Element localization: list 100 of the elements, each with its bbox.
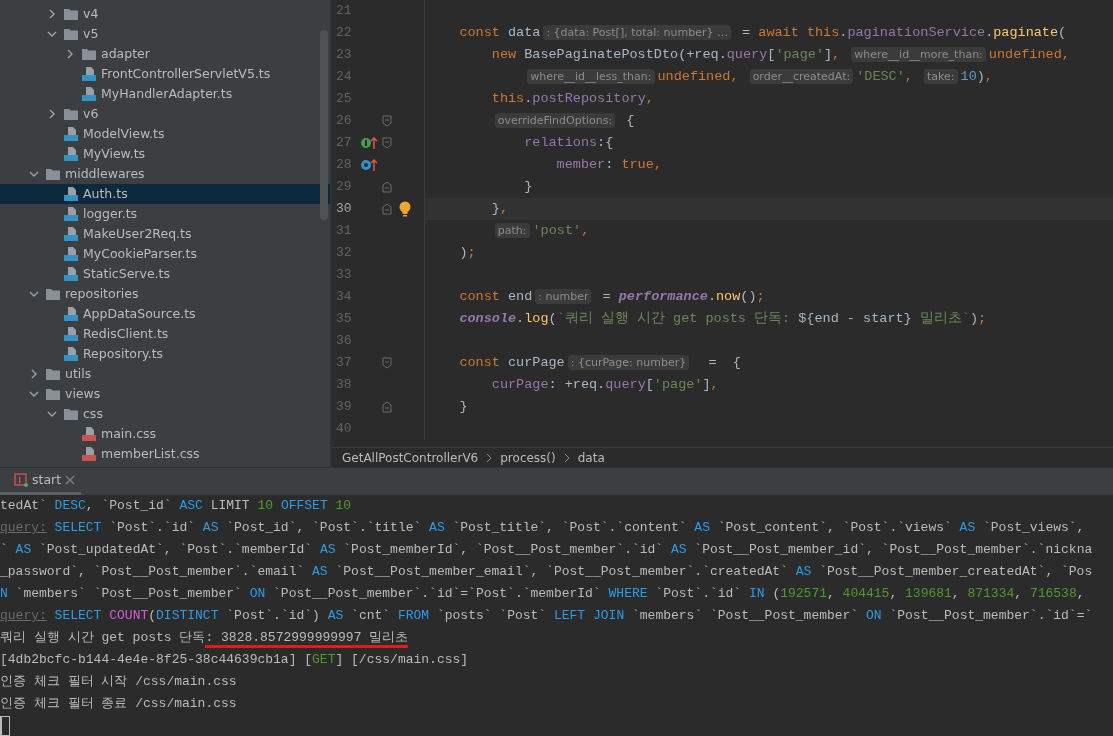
typescript-file-icon	[63, 126, 79, 142]
typescript-file-icon	[63, 346, 79, 362]
fold-icon[interactable]	[382, 137, 392, 149]
code-line: const end : number = performance.now();	[459, 287, 765, 306]
tree-item[interactable]: css	[0, 404, 330, 424]
folder-icon	[45, 386, 61, 402]
folder-icon	[45, 366, 61, 382]
tree-item[interactable]: FrontControllerServletV5.ts	[0, 64, 330, 84]
code-line: const curPage : {curPage: number} = {	[459, 353, 741, 372]
breadcrumb-item[interactable]: data	[577, 448, 605, 467]
typescript-file-icon	[63, 206, 79, 222]
tree-item[interactable]: utils	[0, 364, 330, 384]
console-line: 인증 체크 필터 시작 /css/main.css	[0, 673, 238, 691]
console-line: N `members` `Post__Post_member` ON `Post__Post_member`.`id`=`Post`.`memberId` WHERE `Post`.`id` IN (192571, 404415, 139681, 871334, 716538,	[0, 585, 1086, 603]
line-number: 38	[335, 376, 353, 395]
folder-icon	[63, 106, 79, 122]
tree-item[interactable]: v4	[0, 4, 330, 24]
typescript-file-icon	[63, 146, 79, 162]
line-number: 27	[335, 134, 353, 153]
line-number: 30	[335, 200, 353, 219]
fold-icon[interactable]	[382, 401, 392, 413]
chevron-icon	[47, 109, 57, 119]
line-number: 26	[335, 112, 353, 131]
folder-icon	[63, 6, 79, 22]
fold-icon[interactable]	[382, 203, 392, 215]
line-number: 34	[335, 288, 353, 307]
typescript-file-icon	[63, 226, 79, 242]
tree-item[interactable]: RedisClient.ts	[0, 324, 330, 344]
tree-item[interactable]: Repository.ts	[0, 344, 330, 364]
code-line: relations:{	[524, 133, 614, 152]
tree-item[interactable]: middlewares	[0, 164, 330, 184]
console-line: _password`, `Post__Post_member`.`email` AS `Post__Post_member_email`, `Post__Post_member`.`createdAt` AS `Post__Post_member_createdAt`, `Pos	[0, 563, 1094, 581]
tree-item[interactable]: v6	[0, 104, 330, 124]
console-line: [4db2bcfc-b144-4e4e-8f25-38c44639cb1a] [GET] [/css/main.css]	[0, 651, 470, 669]
tree-item[interactable]: logger.ts	[0, 204, 330, 224]
tree-item[interactable]: repositories	[0, 284, 330, 304]
tree-item[interactable]: StaticServe.ts	[0, 264, 330, 284]
line-number: 25	[335, 90, 353, 109]
chevron-icon	[29, 169, 39, 179]
code-line: member: true,	[556, 155, 662, 174]
run-tab[interactable]: start	[0, 468, 82, 495]
console-line: query: SELECT COUNT(DISTINCT `Post`.`id`) AS `cnt` FROM `posts` `Post` LEFT JOIN `members` `Post__Post_member` ON `Post__Post_member`.`id`=`	[0, 607, 1094, 625]
run-console-icon	[14, 473, 28, 487]
console-line: 인증 체크 필터 종료 /css/main.css	[0, 695, 238, 713]
tree-item[interactable]: views	[0, 384, 330, 404]
code-line: curPage: +req.query['page'],	[491, 375, 719, 394]
typescript-file-icon	[63, 246, 79, 262]
line-number: 40	[335, 420, 353, 439]
console-line: 쿼리 실행 시간 get posts 단독: 3828.8572999999997 밀리초	[0, 627, 1113, 649]
line-number: 29	[335, 178, 353, 197]
tree-item[interactable]: adapter	[0, 44, 330, 64]
close-icon	[65, 475, 76, 485]
breadcrumb-item[interactable]: GetAllPostControllerV6	[342, 448, 479, 467]
typescript-file-icon	[81, 66, 97, 82]
code-line: const data : {data: Post[], total: number} … = await this.paginationService.paginate(	[459, 23, 1067, 42]
line-number: 31	[335, 222, 353, 241]
typescript-file-icon	[63, 326, 79, 342]
code-line: path: 'post',	[491, 220, 590, 242]
tree-item[interactable]: v5	[0, 24, 330, 44]
tree-item[interactable]: MyView.ts	[0, 144, 330, 164]
folder-icon	[63, 26, 79, 42]
typescript-file-icon	[81, 86, 97, 102]
folder-icon	[81, 46, 97, 62]
code-line: }	[459, 397, 468, 416]
line-number: 22	[335, 24, 353, 43]
typescript-file-icon	[63, 266, 79, 282]
folder-icon	[45, 166, 61, 182]
tree-item[interactable]: Auth.ts	[0, 184, 330, 204]
tree-item[interactable]: memberList.css	[0, 444, 330, 464]
console-line: tedAt` DESC, `Post_id` ASC LIMIT 10 OFFSET 10	[0, 497, 353, 515]
tree-item[interactable]: MakeUser2Req.ts	[0, 224, 330, 244]
code-line: },	[491, 199, 508, 218]
code-line: );	[459, 243, 476, 262]
console-line: query: SELECT `Post`.`id` AS `Post_id`, `Post`.`title` AS `Post_title`, `Post`.`content` AS `Post_content`, `Post`.`views` AS `Post_views`,	[0, 519, 1086, 537]
line-number: 33	[335, 266, 353, 285]
chevron-icon	[486, 452, 493, 463]
folder-icon	[45, 286, 61, 302]
tree-item[interactable]: AppDataSource.ts	[0, 304, 330, 324]
fold-icon[interactable]	[382, 357, 392, 369]
typescript-file-icon	[63, 186, 79, 202]
css-file-icon	[81, 426, 97, 442]
tree-item[interactable]: main.css	[0, 424, 330, 444]
line-number: 28	[335, 156, 353, 175]
fold-icon[interactable]	[382, 181, 392, 193]
console-line: ` AS `Post_updatedAt`, `Post`.`memberId` AS `Post_memberId`, `Post__Post_member`.`id` AS `Post__Post_member_id`, `Post__Post_member`.`nickna	[0, 541, 1094, 559]
fold-icon[interactable]	[382, 115, 392, 127]
chevron-icon	[29, 289, 39, 299]
breadcrumb-item[interactable]: process()	[500, 448, 556, 467]
folder-icon	[63, 406, 79, 422]
line-number: 21	[335, 2, 353, 21]
code-line: this.postRepository,	[491, 89, 654, 108]
tree-item[interactable]: ModelView.ts	[0, 124, 330, 144]
lightbulb-icon[interactable]	[398, 201, 412, 217]
scrollbar[interactable]	[320, 30, 328, 220]
chevron-icon	[563, 452, 570, 463]
code-line: new BasePaginatePostDto(+req.query['page'], where__id__more_than: undefined,	[491, 45, 1070, 64]
text-cursor	[0, 716, 10, 736]
tree-item[interactable]: MyCookieParser.ts	[0, 244, 330, 264]
tree-item[interactable]: MyHandlerAdapter.ts	[0, 84, 330, 104]
line-number: 35	[335, 310, 353, 329]
